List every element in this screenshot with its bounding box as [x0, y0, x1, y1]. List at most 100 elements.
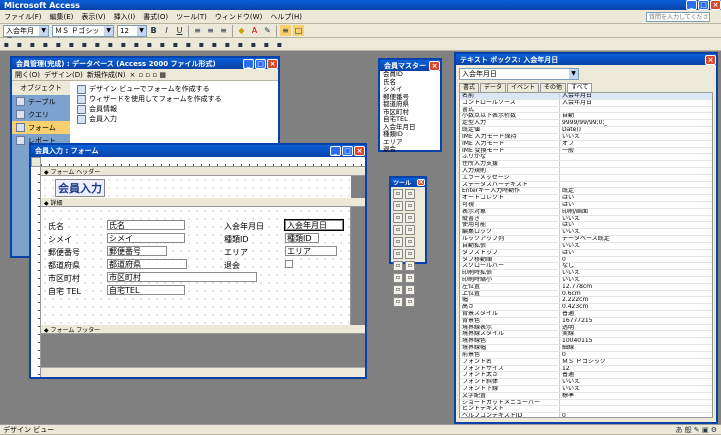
field-control[interactable]: 入会年月日 — [284, 219, 344, 231]
line-color-icon[interactable]: ✎ — [262, 25, 273, 36]
property-value[interactable]: いいえ — [560, 243, 580, 249]
field-list-close-button[interactable]: × — [429, 60, 440, 71]
nav-item-0[interactable]: テーブル — [12, 95, 70, 108]
hyperlink-icon[interactable]: ▪ — [157, 39, 168, 50]
code-icon[interactable]: ▪ — [209, 39, 220, 50]
database-window-icon[interactable]: ▪ — [248, 39, 259, 50]
property-object-selector[interactable]: 入会年月日 ▼ — [459, 68, 579, 80]
button-tool-icon[interactable]: ▫ — [393, 249, 403, 259]
italic-button[interactable]: I — [161, 25, 172, 36]
detail-section-bar[interactable]: ◆ 詳細 — [41, 198, 365, 207]
property-row[interactable]: 印刷時拡張 いいえ — [460, 270, 712, 277]
property-value[interactable]: 既定 — [560, 188, 574, 194]
property-value[interactable]: はい — [560, 222, 574, 228]
save-icon[interactable]: ▪ — [14, 39, 25, 50]
property-value[interactable]: 0 — [560, 352, 566, 358]
db-maximize-button[interactable]: □ — [255, 58, 266, 69]
special-effect-icon[interactable]: □ — [293, 25, 304, 36]
cut-icon[interactable]: ▪ — [79, 39, 90, 50]
font-name-combo[interactable]: ＭＳ Ｐゴシック▼ — [52, 24, 114, 45]
property-value[interactable]: いいえ — [560, 386, 580, 392]
property-row[interactable]: 境界線スタイル 実線 — [460, 331, 712, 339]
property-row[interactable]: 背景色 16777215 — [460, 317, 712, 325]
open-button[interactable]: 開く(O) — [15, 70, 40, 80]
font-size-combo[interactable]: 12 ▼ — [117, 24, 147, 37]
property-value[interactable]: なし — [560, 263, 574, 269]
property-tab[interactable]: イベント — [507, 83, 540, 92]
select-tool-icon[interactable]: ▫ — [393, 189, 403, 199]
field-list-item[interactable]: 退会 — [383, 145, 440, 154]
undo-icon[interactable]: ▪ — [131, 39, 142, 50]
property-value[interactable]: 一般 — [560, 148, 574, 154]
list-tool-icon[interactable]: ▫ — [405, 237, 415, 247]
menu-item[interactable]: 編集(E) — [46, 12, 78, 22]
align-center-icon[interactable]: ≡ — [205, 25, 216, 36]
ime-bar[interactable]: あ 般 ✎ ▣ ⚙ — [675, 425, 717, 435]
property-value[interactable]: ＭＳ Ｐゴシック — [560, 359, 606, 365]
property-value[interactable] — [560, 175, 562, 181]
form-header-section[interactable]: 会員入力 — [41, 176, 351, 198]
align-right-icon[interactable]: ≡ — [218, 25, 229, 36]
property-row[interactable]: 前景色 0 — [460, 351, 712, 359]
more-tool-icon[interactable]: ▫ — [405, 297, 415, 307]
tab-tool-icon[interactable]: ▫ — [405, 273, 415, 283]
property-value[interactable]: 入会年月日 — [560, 93, 592, 99]
property-row[interactable]: タブ移動順 0 — [460, 256, 712, 264]
property-value[interactable] — [560, 154, 562, 160]
view-icons[interactable]: ▫ ▫ ▫ ▦ — [138, 71, 166, 79]
redo-icon[interactable]: ▪ — [144, 39, 155, 50]
property-value[interactable] — [560, 107, 562, 113]
property-row[interactable]: 編集ロック いいえ — [460, 229, 712, 237]
property-row[interactable]: ふりがな — [460, 154, 712, 162]
help-icon[interactable]: ▪ — [274, 39, 285, 50]
nav-item-2[interactable]: フォーム — [12, 121, 70, 134]
property-value[interactable]: 12 — [560, 366, 570, 372]
property-value[interactable]: はい — [560, 250, 574, 256]
spell-icon[interactable]: ▪ — [66, 39, 77, 50]
bound-frame-tool-icon[interactable]: ▫ — [405, 261, 415, 271]
property-value[interactable]: いいえ — [560, 277, 580, 283]
line-tool-icon[interactable]: ▫ — [405, 285, 415, 295]
property-row[interactable]: フォントサイズ 12 — [460, 365, 712, 373]
menu-item[interactable]: 表示(V) — [77, 12, 109, 22]
print-icon[interactable]: ▪ — [40, 39, 51, 50]
property-row[interactable]: コントロールソース 入会年月日 — [460, 99, 712, 107]
property-tab[interactable]: 書式 — [459, 83, 480, 92]
property-row[interactable]: ショートカットメニューバー — [460, 399, 712, 407]
field-label[interactable]: 種類ID — [223, 233, 250, 246]
menu-item[interactable]: 書式(O) — [139, 12, 172, 22]
field-control[interactable]: 郵便番号 — [107, 246, 167, 256]
form-header-bar[interactable]: ◆ フォーム ヘッダー — [41, 167, 365, 176]
property-row[interactable]: 書式 — [460, 106, 712, 114]
property-row[interactable]: 境界線表示 透明 — [460, 324, 712, 332]
property-value[interactable]: いいえ — [560, 134, 580, 140]
property-row[interactable]: 入力規則 — [460, 167, 712, 175]
preview-icon[interactable]: ▪ — [53, 39, 64, 50]
property-value[interactable]: 入会年月日 — [560, 100, 592, 106]
view-icon[interactable]: ▪ — [1, 39, 12, 50]
field-control[interactable]: シメイ — [107, 233, 185, 243]
property-row[interactable]: 定型入力 9999/99/99;0;_ — [460, 120, 712, 128]
property-value[interactable]: 0.6cm — [560, 291, 581, 297]
field-label[interactable]: 氏名 — [47, 220, 65, 233]
property-row[interactable]: IME 変換モード 一般 — [460, 147, 712, 155]
font-color-icon[interactable]: A — [249, 25, 260, 36]
form-maximize-button[interactable]: □ — [342, 146, 353, 156]
property-row[interactable]: フォント名 ＭＳ Ｐゴシック — [460, 358, 712, 366]
menu-item[interactable]: ヘルプ(H) — [266, 12, 306, 22]
db-close-button[interactable]: × — [267, 58, 278, 69]
property-row[interactable]: 背景スタイル 普通 — [460, 311, 712, 318]
db-object-item[interactable]: ウィザードを使用してフォームを作成する — [73, 94, 275, 104]
field-label[interactable]: エリア — [223, 246, 249, 259]
property-value[interactable]: 2.222cm — [560, 297, 588, 303]
new-button[interactable]: 新規作成(N) — [87, 70, 126, 80]
property-value[interactable]: 0 — [560, 257, 566, 263]
subform-tool-icon[interactable]: ▫ — [393, 285, 403, 295]
form-title-label[interactable]: 会員入力 — [55, 179, 105, 197]
property-row[interactable]: ヒントテキスト — [460, 406, 712, 414]
rectangle-tool-icon[interactable]: ▫ — [393, 297, 403, 307]
unbound-frame-tool-icon[interactable]: ▫ — [393, 261, 403, 271]
field-label[interactable]: 郵便番号 — [47, 246, 81, 259]
property-row[interactable]: 名前 入会年月日 — [460, 93, 712, 100]
property-value[interactable]: 普通 — [560, 372, 574, 378]
